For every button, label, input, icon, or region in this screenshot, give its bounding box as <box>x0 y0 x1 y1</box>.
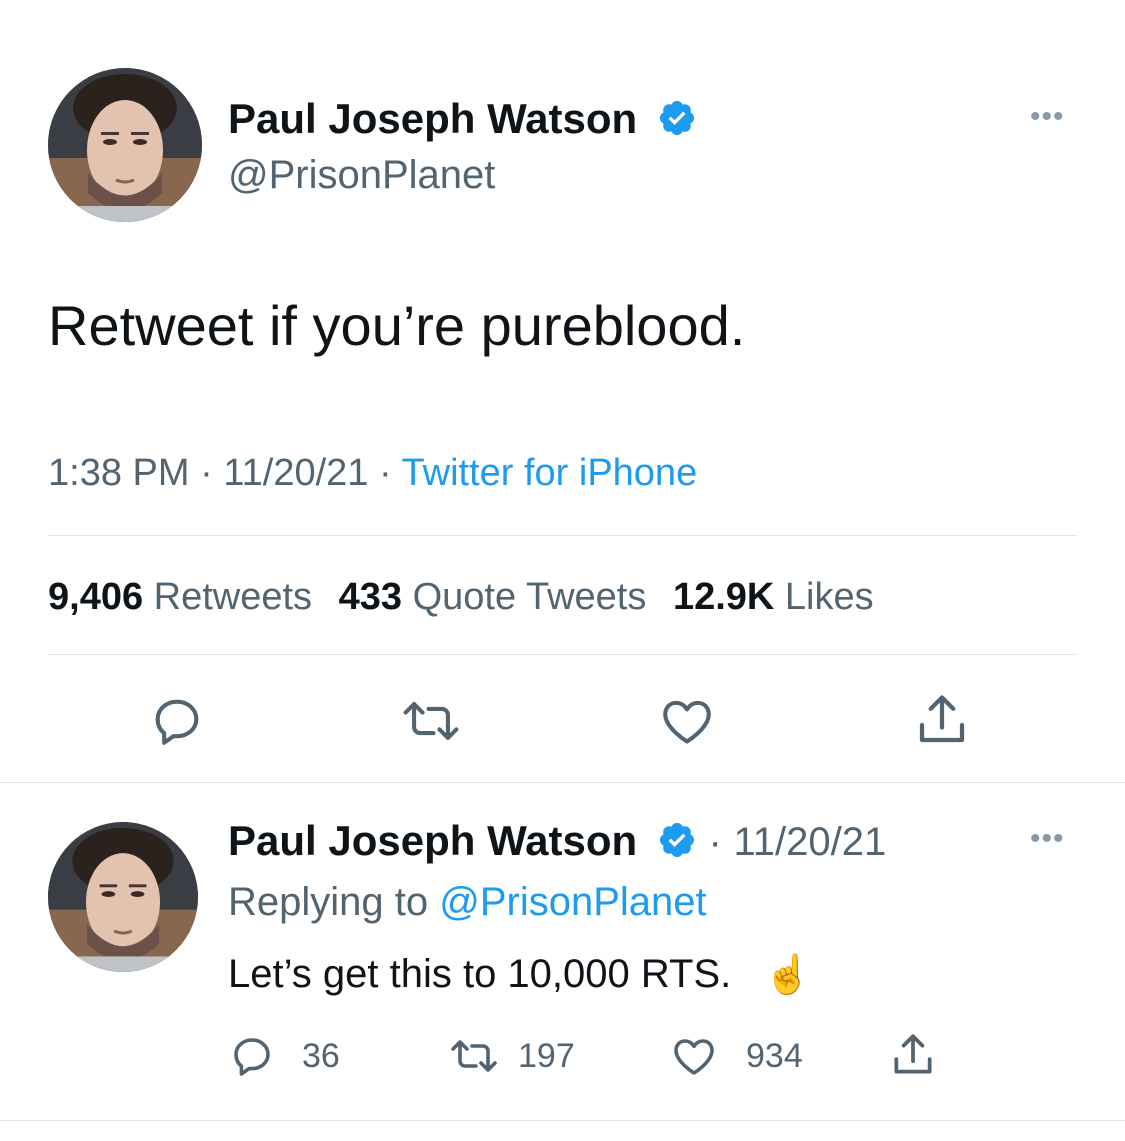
likes-count: 12.9K <box>672 576 775 618</box>
reply-icon <box>155 699 199 745</box>
pointing-up-emoji-icon: ☝️ <box>764 954 812 996</box>
meta-separator: · <box>200 452 213 494</box>
reply-text-row: Let’s get this to 10,000 RTS. ☝️ <box>228 952 812 997</box>
reply-author-name[interactable]: Paul Joseph Watson <box>228 817 637 864</box>
divider <box>0 1120 1125 1121</box>
reply-button[interactable] <box>148 692 206 750</box>
author-name[interactable]: Paul Joseph Watson <box>228 95 637 142</box>
reply-separator: · <box>708 820 722 864</box>
reply-retweet-button[interactable]: 197 <box>448 1032 575 1080</box>
retweet-button[interactable] <box>400 692 462 750</box>
likes-label: Likes <box>784 576 874 618</box>
reply-reply-button[interactable]: 36 <box>228 1032 340 1080</box>
tweet-stats: 9,406 Retweets 433 Quote Tweets 12.9K Li… <box>48 576 874 619</box>
reply-count: 36 <box>302 1036 340 1075</box>
meta-separator: · <box>378 452 392 494</box>
avatar-portrait <box>48 68 202 222</box>
likes-stat[interactable]: 12.9K Likes <box>673 576 874 618</box>
share-icon <box>919 695 965 743</box>
share-icon <box>894 1034 932 1074</box>
reply-date[interactable]: 11/20/21 <box>734 820 887 864</box>
divider <box>0 782 1125 783</box>
divider <box>48 535 1077 536</box>
avatar-portrait <box>48 822 198 972</box>
reply-share-button[interactable] <box>888 1030 938 1080</box>
tweet-date[interactable]: 11/20/21 <box>223 452 368 494</box>
reply-header: Paul Joseph Watson · 11/20/21 <box>228 820 886 867</box>
verified-badge-icon <box>657 820 697 867</box>
tweet-text: Retweet if you’re pureblood. <box>48 294 746 357</box>
tweet-time[interactable]: 1:38 PM <box>48 452 190 494</box>
like-count: 934 <box>746 1036 803 1075</box>
quotes-count: 433 <box>338 576 403 618</box>
replying-to-handle[interactable]: @PrisonPlanet <box>439 880 706 924</box>
retweets-stat[interactable]: 9,406 Retweets <box>48 576 323 618</box>
share-button[interactable] <box>912 690 972 750</box>
author-handle[interactable]: @PrisonPlanet <box>228 155 495 195</box>
reply-text: Let’s get this to 10,000 RTS. <box>228 952 732 996</box>
tweet-meta: 1:38 PM · 11/20/21 · Twitter for iPhone <box>48 452 697 495</box>
divider <box>48 654 1077 655</box>
like-icon <box>663 700 711 744</box>
retweets-count: 9,406 <box>48 576 144 618</box>
quotes-stat[interactable]: 433 Quote Tweets <box>339 576 657 618</box>
replying-to: Replying to @PrisonPlanet <box>228 880 707 925</box>
reply-more-options-icon[interactable]: ••• <box>1030 822 1065 856</box>
retweet-count: 197 <box>518 1036 575 1075</box>
like-icon <box>674 1039 714 1075</box>
tweet-source[interactable]: Twitter for iPhone <box>402 452 698 494</box>
reply-author-avatar[interactable] <box>48 822 198 972</box>
author-avatar[interactable] <box>48 68 202 222</box>
more-options-icon[interactable]: ••• <box>1030 100 1065 134</box>
author-name-row: Paul Joseph Watson <box>228 98 697 145</box>
retweet-icon <box>403 702 459 740</box>
quotes-label: Quote Tweets <box>412 576 647 618</box>
reply-icon <box>234 1038 270 1076</box>
reply-like-button[interactable]: 934 <box>668 1032 803 1080</box>
retweet-icon <box>451 1040 497 1072</box>
replying-to-prefix: Replying to <box>228 880 429 924</box>
verified-badge-icon <box>657 98 697 145</box>
retweets-label: Retweets <box>153 576 313 618</box>
like-button[interactable] <box>656 692 718 750</box>
